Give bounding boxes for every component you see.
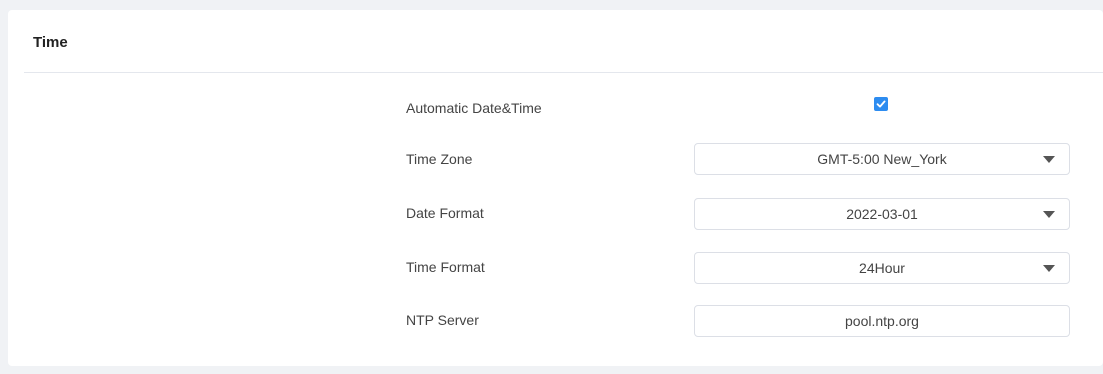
date-format-select[interactable]: 2022-03-01 (694, 198, 1070, 230)
time-format-value: 24Hour (859, 260, 905, 276)
ntp-server-input[interactable]: pool.ntp.org (694, 305, 1070, 337)
time-format-label: Time Format (406, 259, 485, 275)
panel-header: Time (24, 10, 1103, 73)
time-zone-select[interactable]: GMT-5:00 New_York (694, 143, 1070, 175)
date-format-label: Date Format (406, 205, 484, 221)
time-format-select[interactable]: 24Hour (694, 252, 1070, 284)
chevron-down-icon (1043, 265, 1055, 272)
automatic-date-time-label: Automatic Date&Time (406, 100, 542, 116)
time-zone-label: Time Zone (406, 151, 473, 167)
chevron-down-icon (1043, 211, 1055, 218)
time-settings-panel: Time Automatic Date&Time Time Zone GMT-5… (8, 10, 1103, 366)
checkmark-icon (876, 100, 886, 108)
ntp-server-value: pool.ntp.org (845, 313, 919, 329)
chevron-down-icon (1043, 156, 1055, 163)
ntp-server-label: NTP Server (406, 312, 479, 328)
date-format-value: 2022-03-01 (846, 206, 918, 222)
time-zone-value: GMT-5:00 New_York (817, 151, 947, 167)
section-title: Time (33, 34, 68, 51)
automatic-date-time-checkbox[interactable] (874, 97, 888, 111)
